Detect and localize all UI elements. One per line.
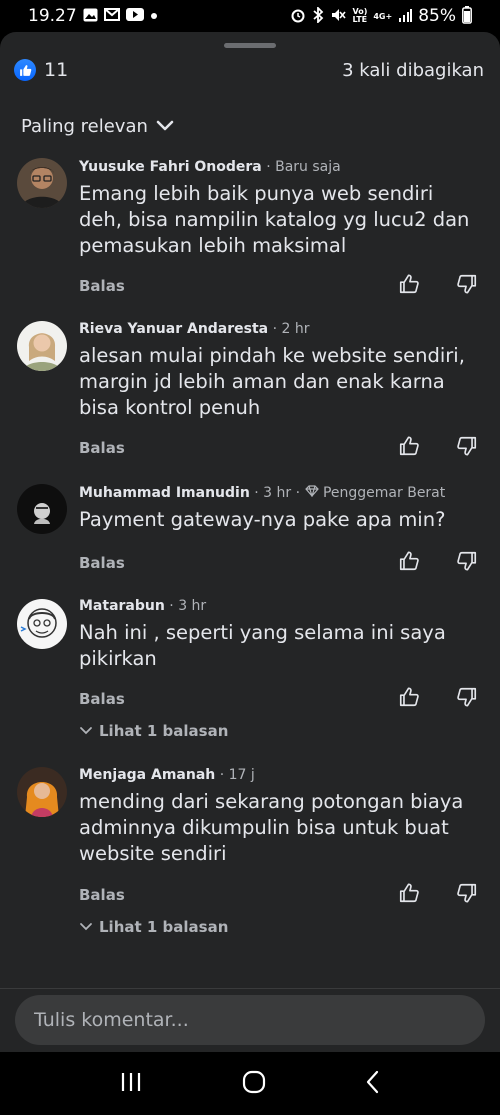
reply-button[interactable]: Balas	[79, 439, 125, 457]
comment-meta: Rieva Yanuar Andaresta · 2 hr	[79, 321, 310, 337]
sort-label: Paling relevan	[21, 116, 148, 137]
comment-time: 3 hr	[178, 598, 207, 614]
commenter-name[interactable]: Matarabun	[79, 598, 165, 614]
network-label: 4G+	[373, 11, 393, 21]
comment-text: alesan mulai pindah ke website sendiri, …	[79, 344, 465, 419]
vote-buttons	[398, 550, 478, 576]
diamond-icon	[304, 485, 319, 501]
thumbs-up-icon	[14, 59, 36, 81]
vote-buttons	[398, 273, 478, 299]
avatar[interactable]	[17, 158, 67, 208]
thumbs-down-outline-icon[interactable]	[456, 273, 478, 299]
comment-body: Yuusuke Fahri Onodera · Baru saja Emang …	[79, 159, 480, 259]
comment-meta: Muhammad Imanudin · 3 hr · Penggemar Ber…	[79, 485, 446, 501]
view-replies-link[interactable]: Lihat 1 balasan	[79, 722, 228, 740]
comment-actions: Balas	[79, 551, 478, 575]
comment-body: Muhammad Imanudin · 3 hr · Penggemar Ber…	[79, 485, 480, 533]
youtube-icon	[125, 8, 144, 24]
recent-apps-icon[interactable]	[119, 1071, 143, 1097]
comment-text: Payment gateway-nya pake apa min?	[79, 508, 446, 531]
fan-badge: Penggemar Berat	[322, 485, 446, 501]
view-replies-link[interactable]: Lihat 1 balasan	[79, 918, 228, 936]
avatar[interactable]	[17, 484, 67, 534]
comment-body: Matarabun · 3 hr Nah ini , seperti yang …	[79, 598, 480, 672]
view-replies-label: Lihat 1 balasan	[99, 722, 229, 740]
share-count[interactable]: 3 kali dibagikan	[342, 60, 484, 81]
comment-text: Nah ini , seperti yang selama ini saya p…	[79, 621, 446, 670]
commenter-name[interactable]: Menjaga Amanah	[79, 767, 215, 783]
comment-body: Menjaga Amanah · 17 j mending dari sekar…	[79, 767, 480, 867]
avatar[interactable]	[17, 599, 67, 649]
status-right: Vo) LTE 4G+ 85%	[290, 5, 472, 27]
thumbs-down-outline-icon[interactable]	[456, 435, 478, 461]
notification-dot-icon	[150, 9, 158, 23]
thumbs-down-outline-icon[interactable]	[456, 550, 478, 576]
back-icon[interactable]	[365, 1070, 381, 1098]
alarm-icon	[290, 7, 306, 26]
battery-percent: 85%	[418, 6, 456, 26]
status-time: 19.27	[28, 6, 77, 26]
bluetooth-icon	[312, 5, 324, 26]
comment-meta: Matarabun · 3 hr	[79, 598, 207, 614]
reply-button[interactable]: Balas	[79, 886, 125, 904]
comment-text: Emang lebih baik punya web sendiri deh, …	[79, 182, 470, 257]
vote-buttons	[398, 435, 478, 461]
reactions-summary[interactable]: 11	[14, 59, 68, 81]
comment-time: Baru saja	[275, 159, 341, 175]
thumbs-up-outline-icon[interactable]	[398, 686, 420, 712]
signal-icon	[398, 8, 413, 25]
comments-sheet: 11 3 kali dibagikan Paling relevan Yuusu…	[0, 32, 500, 1052]
commenter-name[interactable]: Muhammad Imanudin	[79, 485, 250, 501]
comment-meta: Yuusuke Fahri Onodera · Baru saja	[79, 159, 341, 175]
thumbs-up-outline-icon[interactable]	[398, 882, 420, 908]
sort-dropdown[interactable]: Paling relevan	[21, 116, 174, 137]
avatar[interactable]	[17, 321, 67, 371]
thumbs-up-outline-icon[interactable]	[398, 273, 420, 299]
composer-divider	[0, 988, 500, 989]
reply-button[interactable]: Balas	[79, 277, 125, 295]
comment-text: mending dari sekarang potongan biaya adm…	[79, 790, 464, 865]
vote-buttons	[398, 882, 478, 908]
comment-meta: Menjaga Amanah · 17 j	[79, 767, 255, 783]
commenter-name[interactable]: Yuusuke Fahri Onodera	[79, 159, 262, 175]
reaction-count: 11	[44, 59, 69, 81]
comment-actions: Balas	[79, 274, 478, 298]
reply-button[interactable]: Balas	[79, 554, 125, 572]
gallery-icon	[83, 8, 98, 25]
status-left: 19.27	[28, 6, 158, 26]
battery-icon	[462, 5, 472, 27]
comment-composer[interactable]	[15, 995, 485, 1045]
comment-body: Rieva Yanuar Andaresta · 2 hr alesan mul…	[79, 321, 480, 421]
status-bar: 19.27 Vo) LTE 4G+ 85%	[0, 0, 500, 32]
thumbs-down-outline-icon[interactable]	[456, 686, 478, 712]
chevron-down-icon	[156, 116, 174, 137]
drag-handle[interactable]	[224, 43, 276, 48]
volte-label: Vo) LTE	[352, 7, 368, 24]
reply-button[interactable]: Balas	[79, 690, 125, 708]
mute-icon	[330, 7, 347, 26]
gmail-icon	[103, 8, 120, 24]
chevron-down-icon	[79, 722, 93, 740]
comment-actions: Balas	[79, 883, 478, 907]
home-icon[interactable]	[242, 1070, 266, 1098]
comment-time: 17 j	[228, 767, 255, 783]
thumbs-up-outline-icon[interactable]	[398, 435, 420, 461]
comment-actions: Balas	[79, 687, 478, 711]
comment-input[interactable]	[32, 1008, 456, 1032]
chevron-down-icon	[79, 918, 93, 936]
comment-time: 3 hr	[263, 485, 292, 501]
vote-buttons	[398, 686, 478, 712]
view-replies-label: Lihat 1 balasan	[99, 918, 229, 936]
thumbs-down-outline-icon[interactable]	[456, 882, 478, 908]
thumbs-up-outline-icon[interactable]	[398, 550, 420, 576]
system-nav-bar	[0, 1052, 500, 1115]
comment-actions: Balas	[79, 436, 478, 460]
avatar[interactable]	[17, 767, 67, 817]
commenter-name[interactable]: Rieva Yanuar Andaresta	[79, 321, 268, 337]
comment-time: 2 hr	[281, 321, 310, 337]
